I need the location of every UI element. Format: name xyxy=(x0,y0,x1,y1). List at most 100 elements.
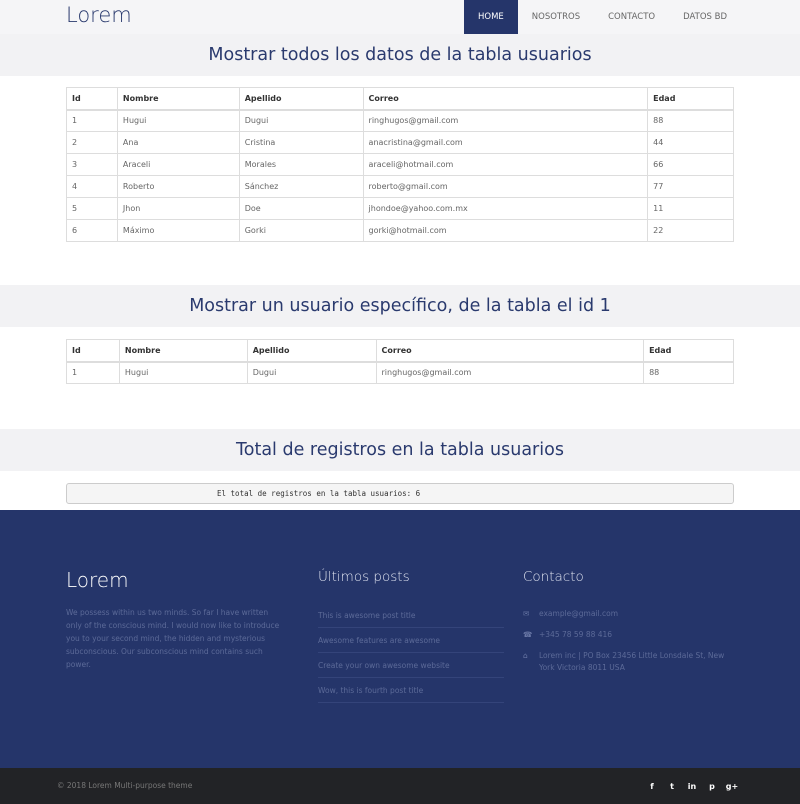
cell-correo: ringhugos@gmail.com xyxy=(362,109,649,132)
twitter-icon[interactable]: t xyxy=(662,782,682,791)
col-header-nombre: Nombre xyxy=(116,87,240,111)
footer-logo: Lorem xyxy=(66,568,129,592)
phone-icon: ☎ xyxy=(523,630,533,639)
col-header-nombre: Nombre xyxy=(118,339,248,363)
footer-posts-column: Últimos posts This is awesome post title… xyxy=(318,569,504,703)
table-header-row: Id Nombre Apellido Correo Edad xyxy=(66,339,734,363)
navbar: Lorem HOME NOSOTROS CONTACTO DATOS BD xyxy=(0,0,800,34)
cell-apellido: Gorki xyxy=(238,219,364,242)
cell-id: 4 xyxy=(66,175,118,198)
single-user-table: Id Nombre Apellido Correo Edad 1 Hugui D… xyxy=(66,339,734,384)
cell-nombre: Hugui xyxy=(118,361,248,384)
cell-edad: 88 xyxy=(647,109,734,132)
contact-address: Lorem inc | PO Box 23456 Little Lonsdale… xyxy=(539,651,725,672)
col-header-correo: Correo xyxy=(375,339,645,363)
cell-correo: anacristina@gmail.com xyxy=(362,131,649,154)
home-icon: ⌂ xyxy=(523,651,528,660)
cell-edad: 44 xyxy=(647,131,734,154)
table-row: 1 Hugui Dugui ringhugos@gmail.com 88 xyxy=(66,109,734,132)
table-header-row: Id Nombre Apellido Correo Edad xyxy=(66,87,734,111)
section-header-total: Total de registros en la tabla usuarios xyxy=(0,429,800,471)
footer-about-text: We possess within us two minds. So far I… xyxy=(66,608,280,669)
col-header-id: Id xyxy=(66,87,118,111)
footer-post-link[interactable]: Wow, this is fourth post title xyxy=(318,678,504,703)
contact-email-row: ✉ example@gmail.com xyxy=(523,608,733,620)
cell-correo: roberto@gmail.com xyxy=(362,175,649,198)
nav-item-home[interactable]: HOME xyxy=(464,0,518,34)
col-header-edad: Edad xyxy=(647,87,734,111)
nav-item-nosotros[interactable]: NOSOTROS xyxy=(518,0,594,34)
cell-nombre: Roberto xyxy=(116,175,240,198)
footer-post-link[interactable]: Create your own awesome website xyxy=(318,653,504,678)
footer-about-column: Lorem We possess within us two minds. So… xyxy=(66,568,281,671)
section-header-single-user: Mostrar un usuario específico, de la tab… xyxy=(0,285,800,327)
contact-address-row: ⌂ Lorem inc | PO Box 23456 Little Lonsda… xyxy=(523,650,733,674)
pinterest-icon[interactable]: p xyxy=(702,782,722,791)
section-title: Mostrar todos los datos de la tabla usua… xyxy=(208,45,592,65)
col-header-edad: Edad xyxy=(643,339,734,363)
cell-apellido: Sánchez xyxy=(238,175,364,198)
footer: Lorem We possess within us two minds. So… xyxy=(0,510,800,768)
cell-id: 3 xyxy=(66,153,118,176)
footer-post-link[interactable]: Awesome features are awesome xyxy=(318,628,504,653)
cell-nombre: Araceli xyxy=(116,153,240,176)
total-records-output: El total de registros en la tabla usuari… xyxy=(66,483,734,504)
nav-item-datos-bd[interactable]: DATOS BD xyxy=(669,0,741,34)
facebook-icon[interactable]: f xyxy=(642,782,662,791)
table-row: 1 Hugui Dugui ringhugos@gmail.com 88 xyxy=(66,361,734,384)
bottom-bar: © 2018 Lorem Multi-purpose theme f t in … xyxy=(0,768,800,804)
cell-id: 2 xyxy=(66,131,118,154)
contact-email[interactable]: example@gmail.com xyxy=(539,608,618,620)
cell-apellido: Doe xyxy=(238,197,364,220)
col-header-apellido: Apellido xyxy=(246,339,377,363)
cell-apellido: Cristina xyxy=(238,131,364,154)
table-row: 4 Roberto Sánchez roberto@gmail.com 77 xyxy=(66,175,734,198)
footer-posts-list: This is awesome post title Awesome featu… xyxy=(318,603,504,703)
cell-nombre: Máximo xyxy=(116,219,240,242)
cell-apellido: Dugui xyxy=(238,109,364,132)
cell-id: 5 xyxy=(66,197,118,220)
nav-item-contacto[interactable]: CONTACTO xyxy=(594,0,669,34)
cell-edad: 77 xyxy=(647,175,734,198)
cell-apellido: Dugui xyxy=(246,361,377,384)
table-row: 3 Araceli Morales araceli@hotmail.com 66 xyxy=(66,153,734,176)
contact-phone: +345 78 59 88 416 xyxy=(539,630,613,639)
footer-posts-title: Últimos posts xyxy=(318,569,410,585)
brand-logo[interactable]: Lorem xyxy=(66,3,132,27)
cell-nombre: Ana xyxy=(116,131,240,154)
cell-correo: jhondoe@yahoo.com.mx xyxy=(362,197,649,220)
section-title: Mostrar un usuario específico, de la tab… xyxy=(189,296,611,316)
social-links: f t in p g+ xyxy=(642,768,742,804)
footer-contact-title: Contacto xyxy=(523,569,584,585)
cell-nombre: Jhon xyxy=(116,197,240,220)
cell-edad: 66 xyxy=(647,153,734,176)
copyright-text: © 2018 Lorem Multi-purpose theme xyxy=(57,781,193,790)
cell-nombre: Hugui xyxy=(116,109,240,132)
cell-edad: 88 xyxy=(643,361,734,384)
users-table: Id Nombre Apellido Correo Edad 1 Hugui D… xyxy=(66,87,734,242)
envelope-icon: ✉ xyxy=(523,609,530,618)
col-header-id: Id xyxy=(66,339,120,363)
cell-edad: 11 xyxy=(647,197,734,220)
cell-edad: 22 xyxy=(647,219,734,242)
table-row: 2 Ana Cristina anacristina@gmail.com 44 xyxy=(66,131,734,154)
cell-apellido: Morales xyxy=(238,153,364,176)
footer-post-link[interactable]: This is awesome post title xyxy=(318,603,504,628)
section-title: Total de registros en la tabla usuarios xyxy=(236,440,564,460)
cell-id: 1 xyxy=(66,361,120,384)
cell-correo: gorki@hotmail.com xyxy=(362,219,649,242)
cell-correo: araceli@hotmail.com xyxy=(362,153,649,176)
section-header-all-users: Mostrar todos los datos de la tabla usua… xyxy=(0,34,800,76)
contact-phone-row: ☎ +345 78 59 88 416 xyxy=(523,629,733,641)
cell-id: 6 xyxy=(66,219,118,242)
footer-contact-info: ✉ example@gmail.com ☎ +345 78 59 88 416 … xyxy=(523,608,733,674)
main-nav: HOME NOSOTROS CONTACTO DATOS BD xyxy=(464,0,741,34)
table-row: 6 Máximo Gorki gorki@hotmail.com 22 xyxy=(66,219,734,242)
google-plus-icon[interactable]: g+ xyxy=(722,782,742,791)
cell-correo: ringhugos@gmail.com xyxy=(375,361,645,384)
footer-contact-column: Contacto ✉ example@gmail.com ☎ +345 78 5… xyxy=(523,569,733,683)
col-header-apellido: Apellido xyxy=(238,87,364,111)
col-header-correo: Correo xyxy=(362,87,649,111)
cell-id: 1 xyxy=(66,109,118,132)
linkedin-icon[interactable]: in xyxy=(682,782,702,791)
